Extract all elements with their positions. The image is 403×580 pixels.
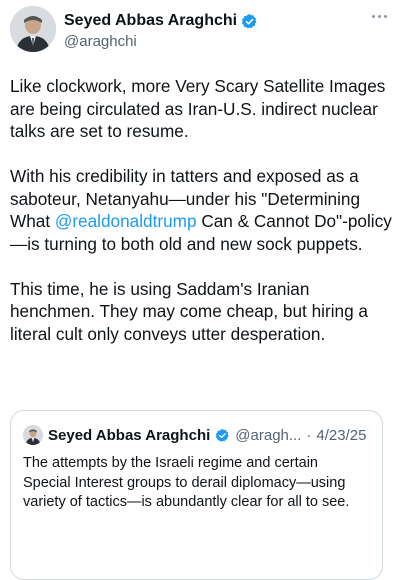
display-name-row: Seyed Abbas Araghchi xyxy=(64,10,258,32)
author-names: Seyed Abbas Araghchi @araghchi xyxy=(64,10,258,50)
quoted-separator: · xyxy=(306,426,312,444)
tweet: Seyed Abbas Araghchi @araghchi Like cloc… xyxy=(0,0,403,580)
author-handle[interactable]: @araghchi xyxy=(64,33,258,50)
verified-badge-icon xyxy=(242,13,257,29)
quoted-handle: @aragh... xyxy=(235,426,302,444)
quoted-tweet[interactable]: Seyed Abbas Araghchi @aragh... · 4/23/25… xyxy=(10,410,383,580)
tweet-header: Seyed Abbas Araghchi @araghchi xyxy=(10,6,393,54)
tweet-paragraph-2: With his credibility in tatters and expo… xyxy=(10,165,395,255)
tweet-paragraph-1: Like clockwork, more Very Scary Satellit… xyxy=(10,76,386,141)
quoted-date: 4/23/25 xyxy=(316,426,367,444)
quoted-tweet-text: The attempts by the Israeli regime and c… xyxy=(23,455,350,510)
avatar[interactable] xyxy=(10,6,56,52)
tweet-paragraph-3: This time, he is using Saddam's Iranian … xyxy=(10,278,368,344)
tweet-text: Like clockwork, more Very Scary Satellit… xyxy=(10,75,395,368)
verified-badge-icon xyxy=(216,428,229,442)
quoted-tweet-header: Seyed Abbas Araghchi @aragh... · 4/23/25 xyxy=(23,425,366,445)
quoted-display-name: Seyed Abbas Araghchi xyxy=(48,426,211,444)
author-display-name[interactable]: Seyed Abbas Araghchi xyxy=(64,12,237,30)
more-options-icon[interactable] xyxy=(369,10,389,22)
mention-link[interactable]: @realdonaldtrump xyxy=(55,211,197,231)
quoted-avatar xyxy=(23,425,43,445)
